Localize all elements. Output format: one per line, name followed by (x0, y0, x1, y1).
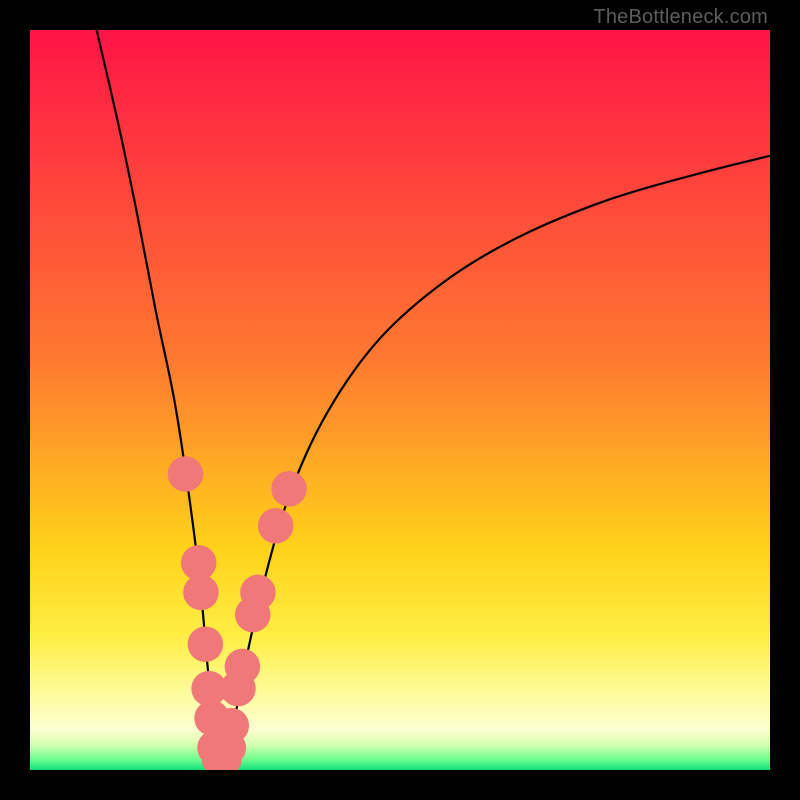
plot-area (30, 30, 770, 770)
marker-point (225, 649, 261, 685)
marker-point (214, 708, 250, 744)
curve-layer (30, 30, 770, 770)
attribution-text: TheBottleneck.com (593, 6, 768, 29)
marker-point (168, 456, 204, 492)
marker-point (183, 575, 219, 611)
series-right-curve (226, 156, 770, 763)
marker-point (240, 575, 276, 611)
marker-point (271, 471, 307, 507)
marker-point (188, 626, 224, 662)
chart-frame: TheBottleneck.com (0, 0, 800, 800)
marker-point (258, 508, 294, 544)
